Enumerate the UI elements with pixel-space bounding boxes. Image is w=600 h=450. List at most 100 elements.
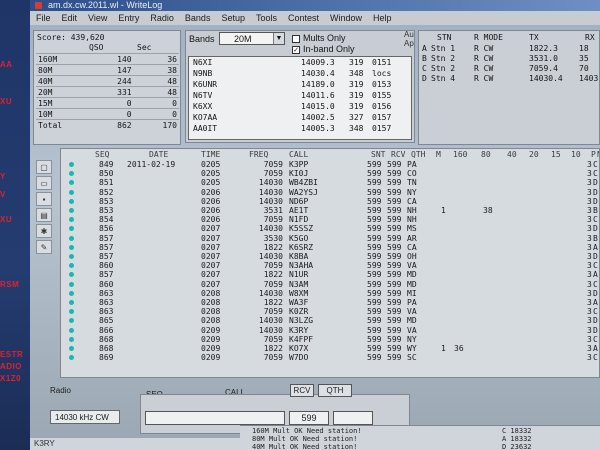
- log-row[interactable]: 857 0207 14030 K8BA 599 599 OH 3 D: [61, 252, 599, 261]
- log-row[interactable]: 866 0209 14030 K3RY 599 599 VA 3 D: [61, 326, 599, 335]
- log-p: 3: [587, 298, 592, 307]
- menu-item-setup[interactable]: Setup: [221, 11, 245, 25]
- qth-button[interactable]: QTH: [318, 384, 352, 397]
- log-row[interactable]: 868 0209 1822 KO7X 599 599 WY 1 36 3 A: [61, 344, 599, 353]
- qso-header: QSO: [89, 43, 104, 52]
- qth-input[interactable]: [333, 411, 373, 425]
- status-dot-icon: [69, 180, 74, 186]
- sec-count: 48: [133, 86, 179, 98]
- log-seq: 863: [99, 288, 114, 298]
- log-column-header: SNT: [371, 150, 386, 159]
- bandmap-entry[interactable]: KO7AA 14002.5 327 0157: [189, 112, 411, 123]
- log-row[interactable]: 854 0206 7059 N1FD 599 599 NH 3 C: [61, 215, 599, 224]
- bandmap-call: K6UNR: [193, 80, 218, 89]
- edit-icon[interactable]: ✎: [36, 240, 52, 254]
- menu-item-radio[interactable]: Radio: [150, 11, 174, 25]
- log-row[interactable]: 853 0206 3531 AE1T 599 599 NH 1 38 3 B: [61, 206, 599, 215]
- background-label: Y: [0, 172, 6, 181]
- log-row[interactable]: 851 0205 14030 WB4ZBI 599 599 TN 3 D: [61, 178, 599, 188]
- bandmap-entry[interactable]: N6XI 14009.3 319 0151: [189, 57, 411, 68]
- call-input[interactable]: [145, 411, 285, 425]
- log-row[interactable]: 863 0208 7059 K0ZR 599 599 VA 3 C: [61, 307, 599, 316]
- station-row[interactable]: D Stn 4 R CW 14030.4 1403: [419, 74, 600, 84]
- station-row[interactable]: B Stn 2 R CW 3531.0 35: [419, 54, 600, 64]
- log-p: 3: [587, 178, 592, 188]
- save-icon[interactable]: ▪: [36, 192, 52, 206]
- log-freq: 3530: [263, 233, 283, 243]
- log-seq: 860: [99, 279, 114, 289]
- log-rcv: 599: [387, 196, 402, 206]
- station-name: Stn 2: [431, 54, 456, 63]
- bandmap-entry[interactable]: N6TV 14011.6 319 0155: [189, 90, 411, 101]
- in-band-only-checkbox[interactable]: ✓ In-band Only: [292, 44, 355, 54]
- qso-count: 331: [88, 86, 134, 98]
- band-select[interactable]: 20M ▼: [219, 32, 285, 45]
- log-row[interactable]: 860 0207 7059 N3AHA 599 599 VA 3 C: [61, 261, 599, 271]
- log-snt: 599: [367, 178, 382, 188]
- bandmap-entry[interactable]: N9NB 14030.4 348 locs: [189, 68, 411, 79]
- bandmap-list[interactable]: N6XI 14009.3 319 0151 N9NB 14030.4 348 locs K6UN…: [188, 56, 412, 140]
- log-row[interactable]: 865 0208 14030 N3LZG 599 599 MD 3 D: [61, 316, 599, 326]
- log-row[interactable]: 860 0207 7059 N3AM 599 599 MD 3 C: [61, 279, 599, 289]
- menu-item-entry[interactable]: Entry: [118, 11, 139, 25]
- log-qth: SC: [407, 353, 417, 363]
- menu-item-view[interactable]: View: [88, 11, 107, 25]
- log-row[interactable]: 869 0209 7059 W7DO 599 599 SC 3 C: [61, 353, 599, 363]
- qso-count: 862: [88, 119, 134, 131]
- log-row[interactable]: 857 0207 1822 K6SRZ 599 599 CA 3 A: [61, 243, 599, 252]
- log-time: 0207: [201, 224, 221, 234]
- log-rcv: 599: [387, 270, 402, 280]
- log-n: A: [593, 270, 598, 280]
- chevron-down-icon[interactable]: ▼: [273, 33, 284, 44]
- log-row[interactable]: 863 0208 14030 W8XM 599 599 MI 3 D: [61, 288, 599, 298]
- mults-only-checkbox[interactable]: Mults Only: [292, 33, 346, 43]
- status-dot-icon: [69, 355, 74, 361]
- rcv-input[interactable]: 599: [289, 411, 329, 425]
- log-time: 0209: [201, 344, 221, 353]
- qso-log[interactable]: SEQ DATE TIME FREQ CALL SNT RCV QTH M 160 80 40 20 15…: [60, 148, 600, 378]
- print-icon[interactable]: ▤: [36, 208, 52, 222]
- menu-item-contest[interactable]: Contest: [288, 11, 319, 25]
- log-freq: 14030: [258, 178, 283, 188]
- log-freq: 7059: [263, 169, 283, 179]
- bandmap-field: 319: [349, 91, 364, 100]
- new-file-icon[interactable]: ▢: [36, 160, 52, 174]
- menu-item-window[interactable]: Window: [330, 11, 362, 25]
- log-row[interactable]: 853 0206 14030 ND6P 599 599 CA 3 D: [61, 196, 599, 206]
- bandmap-entry[interactable]: AA0IT 14005.3 348 0157: [189, 123, 411, 134]
- log-snt: 599: [367, 279, 382, 289]
- log-rcv: 599: [387, 261, 402, 271]
- log-row[interactable]: 852 0206 14030 WA2YSJ 599 599 NY 3 D: [61, 187, 599, 197]
- bandmap-entry[interactable]: K6UNR 14189.0 319 0153: [189, 79, 411, 90]
- station-id: B: [422, 54, 427, 63]
- log-row[interactable]: 857 0207 3530 K5GO 599 599 AR 3 B: [61, 233, 599, 243]
- log-row[interactable]: 857 0207 1822 N1UR 599 599 MD 3 A: [61, 270, 599, 280]
- in-band-only-label: In-band Only: [303, 44, 355, 54]
- settings-icon[interactable]: ✱: [36, 224, 52, 238]
- log-time: 0208: [201, 316, 221, 326]
- log-row[interactable]: 849 2011-02-19 0205 7059 K3PP 599 599 PA 3 C: [61, 160, 599, 169]
- score-panel: Score: 439,620 QSO Sec 160M 140 36 80M 147 38…: [33, 30, 181, 145]
- log-row[interactable]: 850 0205 7059 KI0J 599 599 CO 3 C: [61, 169, 599, 179]
- log-call: ND6P: [289, 196, 309, 206]
- menu-item-help[interactable]: Help: [373, 11, 392, 25]
- menu-item-file[interactable]: File: [36, 11, 51, 25]
- log-call: WB4ZBI: [289, 178, 318, 188]
- log-seq: 869: [99, 353, 114, 363]
- log-call: WA2YSJ: [289, 187, 318, 197]
- window-titlebar[interactable]: am.dx.cw.2011.wl - WriteLog: [30, 0, 600, 11]
- station-row[interactable]: C Stn 2 R CW 7059.4 70: [419, 64, 600, 74]
- log-p: 3: [587, 196, 592, 206]
- menu-item-tools[interactable]: Tools: [256, 11, 277, 25]
- log-column-header: FREQ: [249, 150, 269, 159]
- menu-item-edit[interactable]: Edit: [62, 11, 78, 25]
- log-row[interactable]: 856 0207 14030 K5SSZ 599 599 MS 3 D: [61, 224, 599, 234]
- rcv-button[interactable]: RCV: [290, 384, 314, 397]
- menu-item-bands[interactable]: Bands: [185, 11, 211, 25]
- log-time: 0206: [201, 196, 221, 206]
- log-row[interactable]: 868 0209 7059 K4FPF 599 599 NY 3 C: [61, 335, 599, 344]
- bandmap-entry[interactable]: K6XX 14015.0 319 0156: [189, 101, 411, 112]
- station-row[interactable]: A Stn 1 R CW 1822.3 18: [419, 44, 600, 54]
- open-folder-icon[interactable]: ▭: [36, 176, 52, 190]
- log-row[interactable]: 863 0208 1822 WA3F 599 599 PA 3 A: [61, 298, 599, 307]
